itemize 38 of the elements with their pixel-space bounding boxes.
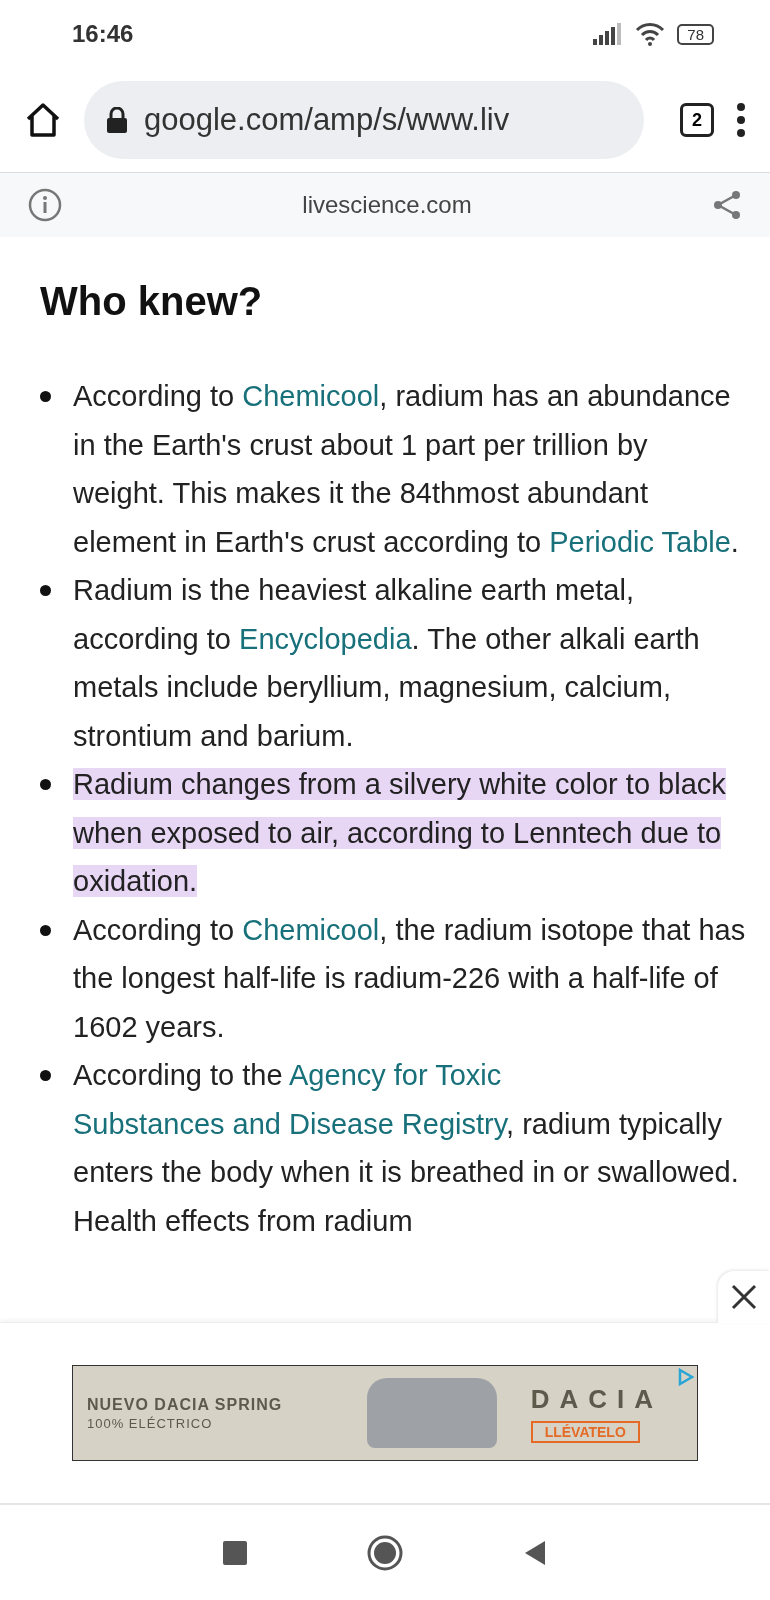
ad-headline: NUEVO DACIA SPRING <box>87 1395 284 1414</box>
close-icon <box>731 1284 757 1310</box>
ad-subline: 100% ELÉCTRICO <box>87 1415 214 1431</box>
bullet-paragraph: Radium is the heaviest alkaline earth metal, according to Encyclopedia. The other alkali earth metals include beryllium, magnesium, calcium, strontium and barium. <box>73 573 701 754</box>
bullet-paragraph: According to Chemicool, radium has an abundance in the Earth's crust about 1 part per trillion by weight. This makes it the 84thmost abundant element in Earth's crust according to Periodic Table. <box>73 379 740 560</box>
article-link[interactable]: Agency for Toxic <box>289 1059 502 1091</box>
home-icon[interactable] <box>24 101 62 139</box>
bullet-paragraph: According to Chemicool, the radium isotope that has the longest half-life is radium-226 with a half-life of 1602 years. <box>73 912 746 1045</box>
bullet-paragraph: Radium changes from a silvery white color to black when exposed to air, according to Lenntech due to oxidation. <box>73 767 727 899</box>
signal-icon <box>593 23 624 45</box>
site-domain: livescience.com <box>302 191 472 219</box>
ad-brand: DACIA <box>530 1383 663 1415</box>
battery-level: 78 <box>677 23 714 45</box>
home-nav-icon[interactable] <box>367 1534 403 1571</box>
article-link[interactable]: Periodic Table <box>549 525 731 558</box>
bullet-icon <box>40 1070 51 1081</box>
recents-icon[interactable] <box>223 1540 247 1565</box>
article-link[interactable]: Substances and Disease Registry <box>73 1107 507 1140</box>
bullet-icon <box>40 391 51 402</box>
status-time: 16:46 <box>72 20 134 48</box>
article-link[interactable]: Chemicool <box>242 913 380 946</box>
share-icon[interactable] <box>712 190 742 220</box>
close-button[interactable] <box>718 1271 770 1323</box>
bullet-paragraph: According to the Agency for Toxic Substances and Disease Registry, radium typically enters the body when it is breathed in or swallowed. Health effects from radium <box>73 1058 740 1239</box>
wifi-icon <box>635 22 666 46</box>
info-icon[interactable] <box>28 188 62 222</box>
address-bar[interactable]: google.com/amp/s/www.liv <box>84 81 644 159</box>
section-heading: Who knew? <box>40 279 264 324</box>
url-text: google.com/amp/s/www.liv <box>144 102 510 138</box>
tab-switcher-button[interactable]: 2 <box>680 103 714 137</box>
lock-icon <box>106 107 128 133</box>
back-icon[interactable] <box>523 1539 547 1566</box>
article-link[interactable]: Chemicool <box>242 380 380 412</box>
bullet-icon <box>40 585 51 596</box>
article-link[interactable]: Encyclopedia <box>239 622 412 655</box>
bullet-icon <box>40 924 51 936</box>
bullet-icon <box>40 779 51 790</box>
menu-icon[interactable] <box>736 103 746 137</box>
